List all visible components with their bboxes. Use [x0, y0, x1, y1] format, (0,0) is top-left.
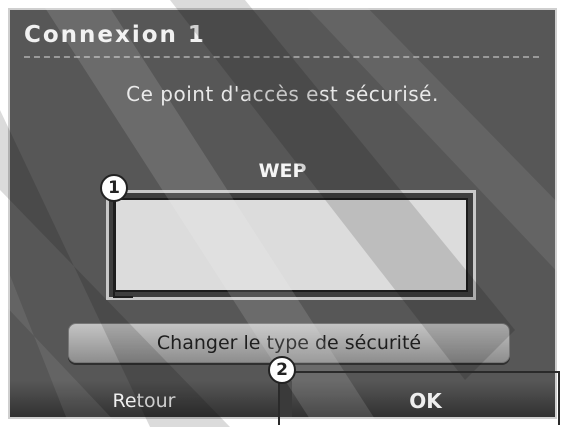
callout-2-bracket [278, 371, 560, 425]
security-message: Ce point d'accès est sécurisé. [126, 82, 439, 106]
title-divider [24, 56, 539, 58]
callout-number-1: 1 [100, 174, 128, 202]
wep-key-input-area[interactable] [114, 198, 468, 292]
callout-1-leader-foot [113, 296, 133, 298]
back-button[interactable]: Retour [10, 381, 279, 417]
callout-1-leader [113, 198, 115, 298]
dialog-title: Connexion 1 [24, 22, 206, 48]
callout-number-2: 2 [268, 356, 296, 384]
wep-key-field[interactable] [106, 190, 476, 300]
security-type-label: WEP [258, 160, 307, 182]
